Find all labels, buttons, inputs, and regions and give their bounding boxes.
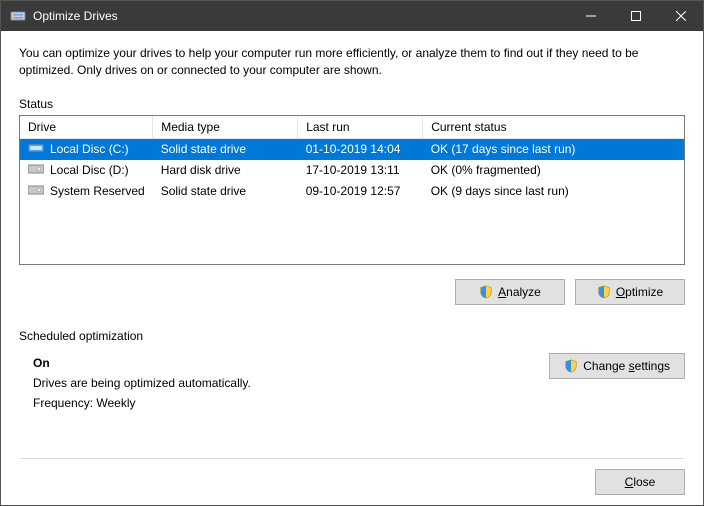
- close-label: Close: [625, 475, 656, 489]
- drive-last-run: 17-10-2019 13:11: [298, 160, 423, 181]
- window-title: Optimize Drives: [33, 9, 568, 23]
- table-header-row: Drive Media type Last run Current status: [20, 116, 684, 139]
- optimize-label: Optimize: [616, 285, 663, 299]
- close-window-button[interactable]: [658, 1, 703, 31]
- drive-icon: [28, 142, 44, 157]
- drive-icon: [28, 184, 44, 199]
- footer: Close: [19, 458, 685, 495]
- app-icon: [9, 7, 27, 25]
- schedule-text: On Drives are being optimized automatica…: [19, 353, 529, 414]
- titlebar: Optimize Drives: [1, 1, 703, 31]
- schedule-desc: Drives are being optimized automatically…: [33, 373, 529, 393]
- analyze-button[interactable]: Analyze: [455, 279, 565, 305]
- close-button[interactable]: Close: [595, 469, 685, 495]
- col-media[interactable]: Media type: [153, 116, 298, 139]
- status-label: Status: [19, 97, 685, 111]
- scheduled-optimization-section: Scheduled optimization On Drives are bei…: [19, 329, 685, 414]
- table-row[interactable]: System Reserved Solid state drive09-10-20…: [20, 181, 684, 202]
- table-row[interactable]: Local Disc (C:) Solid state drive01-10-20…: [20, 138, 684, 160]
- schedule-state: On: [33, 353, 529, 373]
- col-drive[interactable]: Drive: [20, 116, 153, 139]
- action-buttons-row: Analyze Optimize: [19, 279, 685, 305]
- change-settings-label: Change settings: [583, 359, 670, 373]
- optimize-button[interactable]: Optimize: [575, 279, 685, 305]
- content-area: You can optimize your drives to help you…: [1, 31, 703, 505]
- shield-icon: [479, 285, 493, 299]
- analyze-label: Analyze: [498, 285, 541, 299]
- drive-icon: [28, 163, 44, 178]
- drives-list[interactable]: Drive Media type Last run Current status…: [19, 115, 685, 265]
- drive-status: OK (0% fragmented): [423, 160, 684, 181]
- drives-table: Drive Media type Last run Current status…: [20, 116, 684, 202]
- optimize-drives-window: Optimize Drives You can optimize your dr…: [0, 0, 704, 506]
- minimize-button[interactable]: [568, 1, 613, 31]
- table-row[interactable]: Local Disc (D:) Hard disk drive17-10-2019…: [20, 160, 684, 181]
- drive-media: Solid state drive: [153, 181, 298, 202]
- drive-name: System Reserved: [50, 184, 145, 198]
- col-last-run[interactable]: Last run: [298, 116, 423, 139]
- drive-media: Solid state drive: [153, 138, 298, 160]
- drive-last-run: 09-10-2019 12:57: [298, 181, 423, 202]
- drive-name: Local Disc (C:): [50, 142, 129, 156]
- intro-text: You can optimize your drives to help you…: [19, 45, 685, 79]
- shield-icon: [564, 359, 578, 373]
- shield-icon: [597, 285, 611, 299]
- drive-status: OK (9 days since last run): [423, 181, 684, 202]
- col-status[interactable]: Current status: [423, 116, 684, 139]
- drive-name: Local Disc (D:): [50, 163, 129, 177]
- schedule-freq: Frequency: Weekly: [33, 393, 529, 413]
- drive-status: OK (17 days since last run): [423, 138, 684, 160]
- drive-last-run: 01-10-2019 14:04: [298, 138, 423, 160]
- maximize-button[interactable]: [613, 1, 658, 31]
- change-settings-button[interactable]: Change settings: [549, 353, 685, 379]
- schedule-heading: Scheduled optimization: [19, 329, 685, 343]
- drive-media: Hard disk drive: [153, 160, 298, 181]
